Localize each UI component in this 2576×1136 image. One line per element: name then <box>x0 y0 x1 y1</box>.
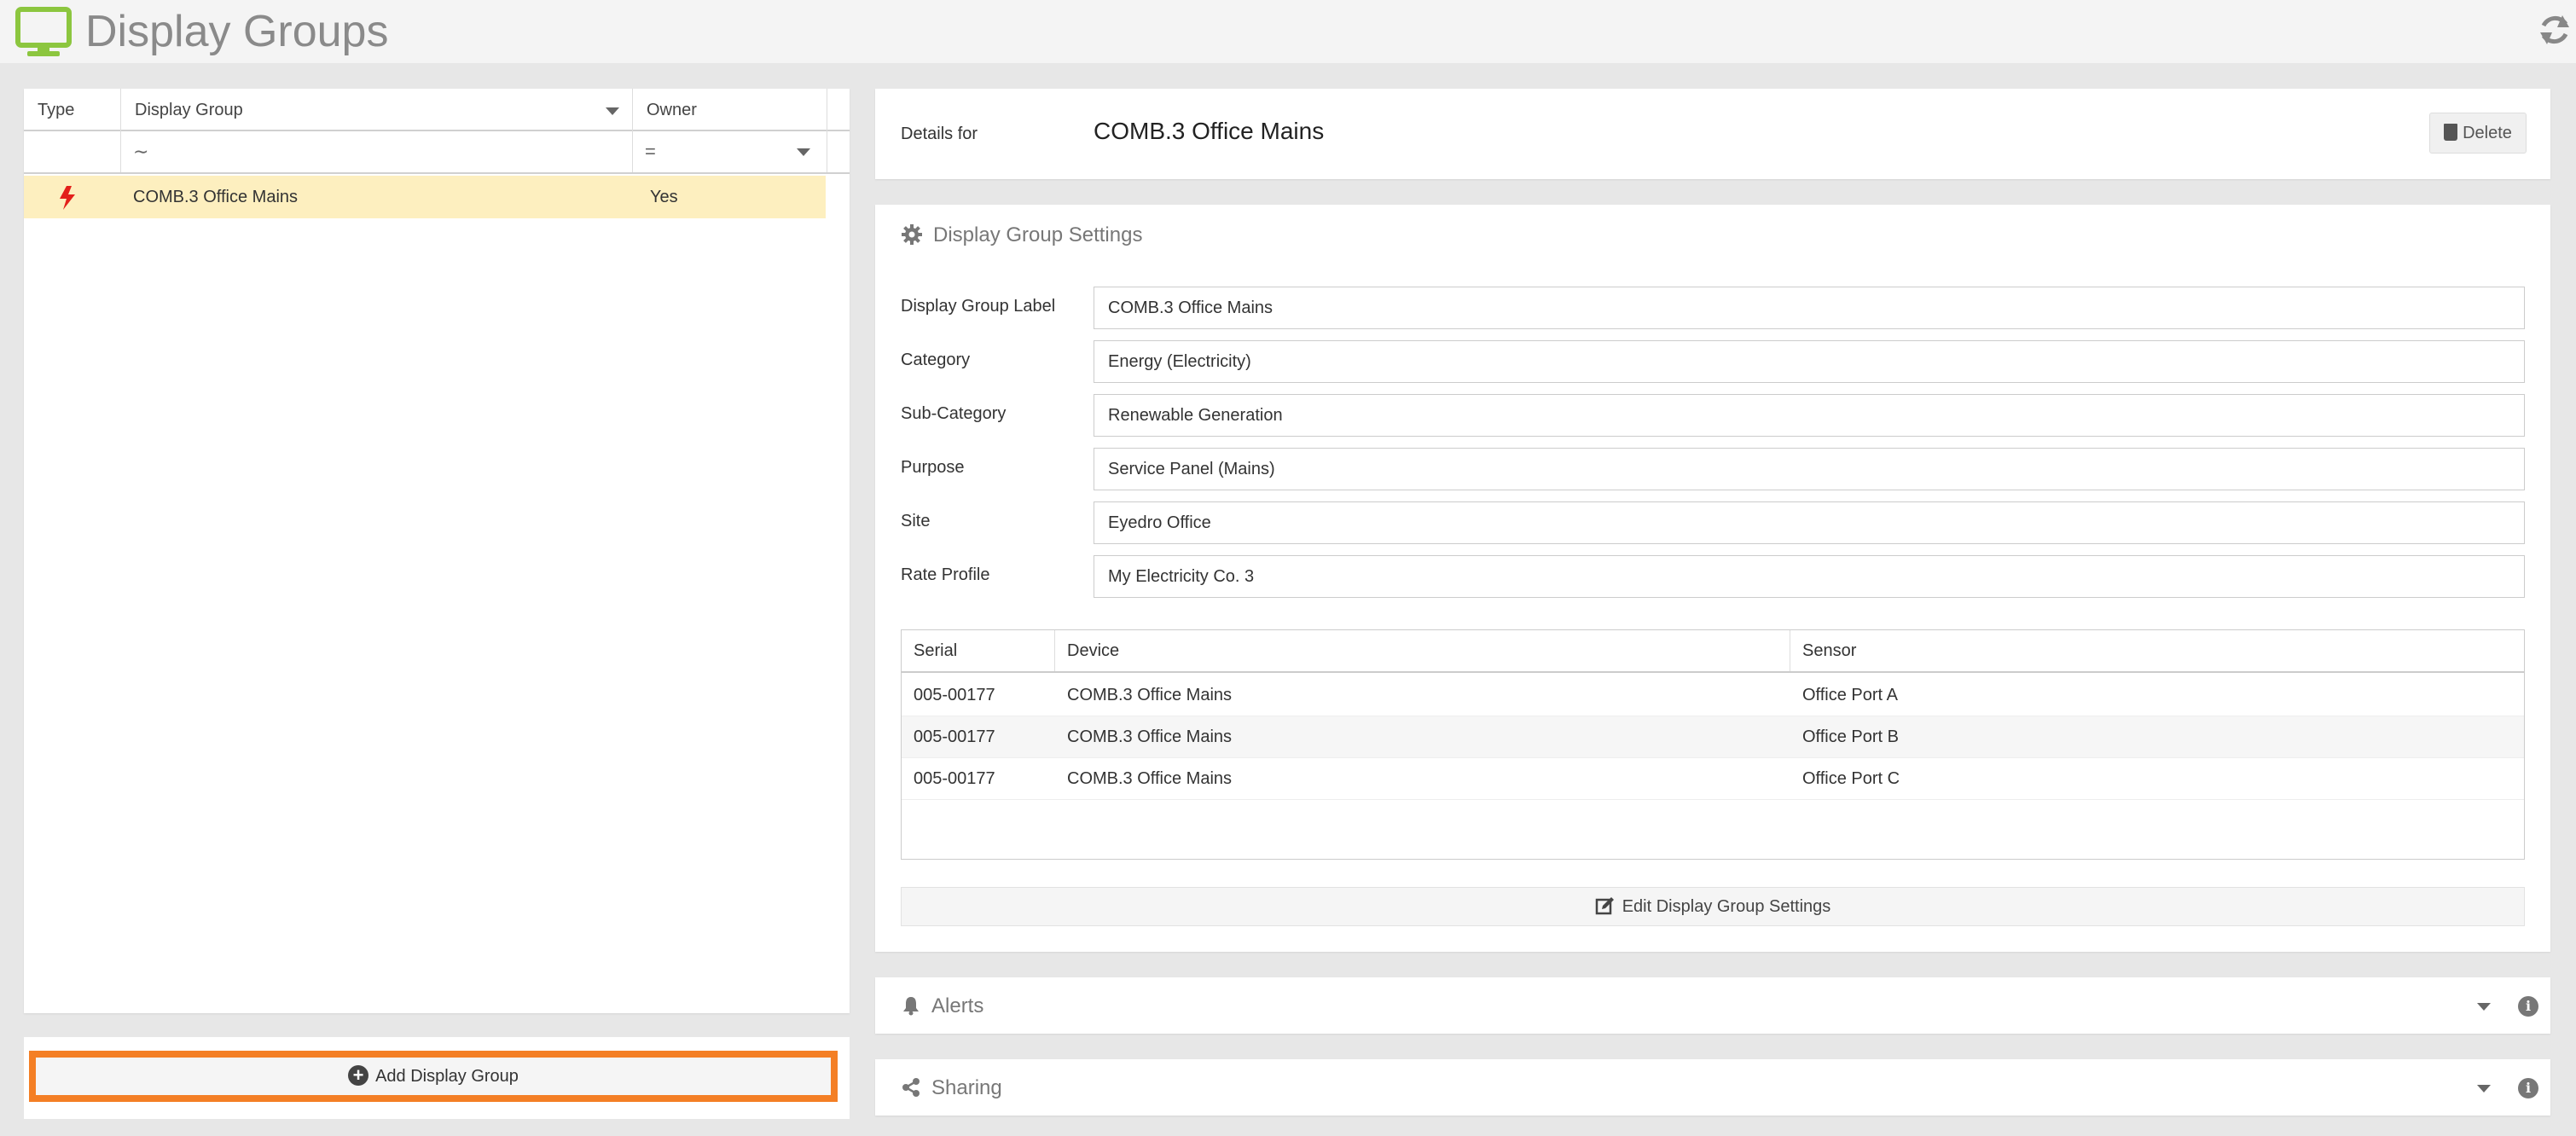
trash-icon <box>2444 123 2458 141</box>
field-label: Display Group Label <box>901 297 1056 316</box>
details-label: Details for <box>901 125 978 143</box>
info-icon[interactable]: i <box>2518 1078 2538 1098</box>
form-row-category: Category <box>901 340 2525 383</box>
field-label: Site <box>901 512 931 530</box>
share-icon <box>902 1077 920 1097</box>
row-sensor: Office Port B <box>1802 727 1900 746</box>
filter-display-group[interactable]: ∼ <box>121 131 633 172</box>
device-table-header: Serial Device Sensor <box>902 630 2524 673</box>
filter-owner[interactable]: = <box>633 131 827 172</box>
settings-title: Display Group Settings <box>933 223 1143 246</box>
column-header-owner[interactable]: Owner <box>633 89 827 131</box>
display-group-settings-panel: Display Group Settings Display Group Lab… <box>875 205 2550 952</box>
row-display-group: COMB.3 Office Mains <box>133 188 299 206</box>
sub-category-field[interactable] <box>1094 394 2525 437</box>
form-row-purpose: Purpose <box>901 448 2525 490</box>
add-group-container: + Add Display Group <box>24 1037 850 1119</box>
settings-header: Display Group Settings <box>901 222 1142 249</box>
column-header-sensor[interactable]: Sensor <box>1790 630 2524 671</box>
form-row-sub-category: Sub-Category <box>901 394 2525 437</box>
field-label: Sub-Category <box>901 404 1007 423</box>
bell-icon <box>903 996 919 1016</box>
table-row[interactable]: 005-00177 COMB.3 Office Mains Office Por… <box>902 675 2524 716</box>
form-row-site: Site <box>901 501 2525 544</box>
display-group-label-field[interactable] <box>1094 287 2525 329</box>
page-header: Display Groups <box>0 0 2576 63</box>
refresh-icon[interactable] <box>2537 12 2573 48</box>
monitor-icon <box>15 7 72 56</box>
row-device: COMB.3 Office Mains <box>1067 686 1233 704</box>
form-row-rate-profile: Rate Profile <box>901 555 2525 598</box>
site-field[interactable] <box>1094 501 2525 544</box>
column-header-label: Display Group <box>135 101 243 119</box>
row-sensor: Office Port A <box>1802 686 1898 704</box>
column-header-type[interactable]: Type <box>24 89 121 131</box>
edit-display-group-settings-button[interactable]: Edit Display Group Settings <box>901 887 2525 926</box>
sharing-title: Sharing <box>931 1076 1002 1099</box>
row-owner: Yes <box>650 188 678 206</box>
display-group-list: Type Display Group Owner ∼ = COMB.3 Offi… <box>24 89 850 1013</box>
device-table: Serial Device Sensor 005-00177 COMB.3 Of… <box>901 629 2525 860</box>
plus-circle-icon: + <box>348 1064 369 1086</box>
table-row[interactable]: 005-00177 COMB.3 Office Mains Office Por… <box>902 758 2524 800</box>
alerts-title: Alerts <box>931 994 984 1017</box>
sharing-header[interactable]: Sharing <box>901 1075 1002 1102</box>
row-device: COMB.3 Office Mains <box>1067 727 1233 746</box>
row-device: COMB.3 Office Mains <box>1067 769 1233 788</box>
purpose-field[interactable] <box>1094 448 2525 490</box>
delete-label: Delete <box>2463 124 2512 142</box>
delete-button[interactable]: Delete <box>2429 113 2527 154</box>
page-title: Display Groups <box>85 7 389 56</box>
alerts-panel[interactable]: Alerts i <box>875 977 2550 1034</box>
field-label: Purpose <box>901 458 965 477</box>
row-serial: 005-00177 <box>914 686 995 704</box>
chevron-down-icon[interactable] <box>2477 1003 2491 1011</box>
sharing-panel[interactable]: Sharing i <box>875 1059 2550 1116</box>
field-label: Rate Profile <box>901 565 990 584</box>
table-row[interactable]: COMB.3 Office Mains Yes <box>24 176 826 218</box>
edit-icon <box>1595 896 1614 914</box>
edit-settings-label: Edit Display Group Settings <box>1622 897 1831 916</box>
filter-dropdown-icon[interactable] <box>797 148 810 156</box>
category-field[interactable] <box>1094 340 2525 383</box>
field-label: Category <box>901 351 971 369</box>
row-sensor: Office Port C <box>1802 769 1900 788</box>
add-button-label: Add Display Group <box>375 1067 519 1086</box>
form-row-label: Display Group Label <box>901 287 2525 329</box>
rate-profile-field[interactable] <box>1094 555 2525 598</box>
alerts-header[interactable]: Alerts <box>901 993 983 1020</box>
lightning-bolt-icon <box>60 186 75 210</box>
row-serial: 005-00177 <box>914 769 995 788</box>
column-header-serial[interactable]: Serial <box>902 630 1055 671</box>
grid-filter-row: ∼ = <box>24 131 850 174</box>
info-icon[interactable]: i <box>2518 996 2538 1017</box>
sort-caret-icon[interactable] <box>606 107 619 115</box>
row-serial: 005-00177 <box>914 727 995 746</box>
column-header-display-group[interactable]: Display Group <box>121 89 633 131</box>
filter-operator: = <box>645 141 656 162</box>
details-panel: Details for COMB.3 Office Mains Delete <box>875 89 2550 179</box>
grid-header: Type Display Group Owner <box>24 89 850 131</box>
add-display-group-button[interactable]: + Add Display Group <box>29 1051 838 1102</box>
details-group-name: COMB.3 Office Mains <box>1094 118 1325 144</box>
gear-icon <box>902 223 922 245</box>
column-header-device[interactable]: Device <box>1055 630 1790 671</box>
chevron-down-icon[interactable] <box>2477 1085 2491 1093</box>
table-row[interactable]: 005-00177 COMB.3 Office Mains Office Por… <box>902 716 2524 758</box>
filter-type <box>24 131 121 172</box>
